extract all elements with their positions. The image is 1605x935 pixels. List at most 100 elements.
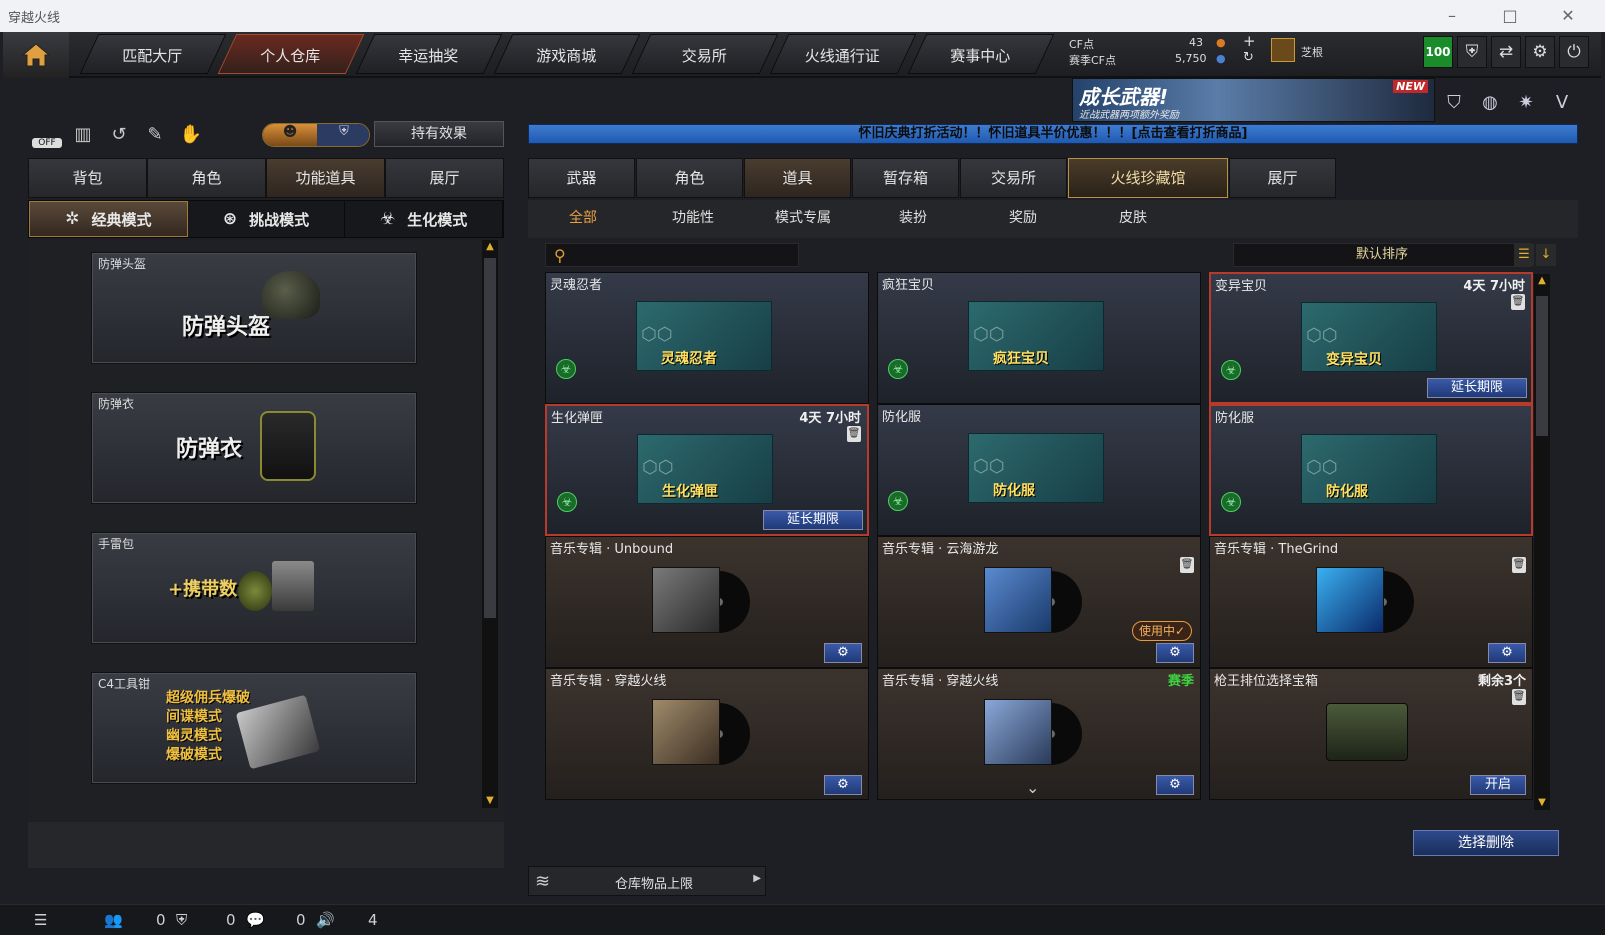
trash-icon[interactable]: 🗑 (1512, 689, 1526, 705)
add-points-icon[interactable]: + (1243, 32, 1256, 50)
scroll-up-icon[interactable]: ▲ (482, 240, 498, 254)
item-hazmat-suit-2[interactable]: 防化服 ⬡⬡ 防化服 ☣ (1209, 404, 1533, 536)
subtab-cosmetic[interactable]: 装扮 (858, 200, 968, 238)
clan-icon[interactable]: ⛨ (176, 911, 187, 929)
repair-icon[interactable]: ✎ (140, 120, 170, 150)
gear-icon[interactable]: ⚙ (1488, 643, 1526, 663)
item-music-thegrind[interactable]: 音乐专辑 · TheGrind 🗑 ⚙ (1209, 536, 1533, 668)
item-hazmat-suit[interactable]: 防化服 ⬡⬡ 防化服 ☣ (877, 404, 1201, 536)
left-scroll-thumb[interactable] (484, 258, 496, 618)
glove-icon[interactable]: ✋ (176, 120, 206, 150)
tab-items[interactable]: 道具 (744, 158, 851, 198)
tab-backpack[interactable]: 背包 (28, 158, 147, 198)
menu-icon[interactable]: ☰ (34, 911, 47, 929)
promo-marquee[interactable]: 怀旧庆典打折活动！！怀旧道具半价优惠！！！[点击查看打折商品] (528, 124, 1578, 144)
chat-icon[interactable]: 💬 (246, 911, 265, 929)
item-music-cloud-dragon[interactable]: 音乐专辑 · 云海游龙 🗑 使用中✓ ⚙ (877, 536, 1201, 668)
item-bio-magazine[interactable]: 生化弹匣 4天 7小时 🗑 ⬡⬡ 生化弹匣 ☣ 延长期限 (545, 404, 869, 536)
crest-icon[interactable]: ⛉ (1440, 89, 1468, 117)
subtab-reward[interactable]: 奖励 (968, 200, 1078, 238)
close-button[interactable]: ✕ (1548, 3, 1588, 29)
friends-icon[interactable]: 👥 (104, 911, 123, 929)
item-card-vest[interactable]: 防弹衣 防弹衣 (91, 392, 417, 504)
item-card-grenade-pack[interactable]: 手雷包 +携带数 (91, 532, 417, 644)
sort-dropdown[interactable]: 默认排序 (1233, 243, 1531, 267)
select-delete-button[interactable]: 选择删除 (1413, 830, 1559, 856)
trash-icon[interactable]: 🗑 (1512, 557, 1526, 573)
volume-icon[interactable]: 🔊 (316, 911, 335, 929)
tab-collection-hall[interactable]: 火线珍藏馆 (1068, 158, 1228, 198)
tab-temp-box[interactable]: 暂存箱 (852, 158, 959, 198)
gear-icon[interactable]: ⚙ (1156, 775, 1194, 795)
effect-toggle[interactable]: ☻ ⛨ (262, 123, 370, 147)
grid-scroll-thumb[interactable] (1536, 296, 1548, 436)
level-badge[interactable]: 100 (1423, 36, 1453, 68)
item-crazy-baby[interactable]: 疯狂宝贝 ⬡⬡ 疯狂宝贝 ☣ (877, 272, 1201, 404)
tab-character[interactable]: 角色 (147, 158, 266, 198)
tab-exhibit[interactable]: 展厅 (1229, 158, 1336, 198)
item-soul-ninja[interactable]: 灵魂忍者 ⬡⬡ 灵魂忍者 ☣ (545, 272, 869, 404)
nav-tab-warehouse[interactable]: 个人仓库 (217, 34, 365, 74)
item-mutant-baby[interactable]: 变异宝贝 4天 7小时 🗑 ⬡⬡ 变异宝贝 ☣ 延长期限 (1209, 272, 1533, 404)
subtab-mode-exclusive[interactable]: 模式专属 (748, 200, 858, 238)
tab-functional-items[interactable]: 功能道具 (266, 158, 385, 198)
scroll-down-icon[interactable]: ▼ (482, 794, 498, 808)
item-card-helmet[interactable]: 防弹头盔 防弹头盔 (91, 252, 417, 364)
list-view-icon[interactable]: ☰ (1514, 244, 1534, 266)
open-button[interactable]: 开启 (1470, 775, 1526, 795)
shield-icon[interactable]: ⛨ (1457, 36, 1487, 68)
subtab-all[interactable]: 全部 (528, 200, 638, 238)
effects-button[interactable]: 持有效果 (374, 121, 504, 147)
nav-tab-lucky-draw[interactable]: 幸运抽奖 (355, 34, 503, 74)
scroll-up-icon[interactable]: ▲ (1534, 274, 1550, 288)
power-icon[interactable]: ⏻ (1559, 36, 1589, 68)
v-emblem-icon[interactable]: V (1548, 89, 1576, 117)
trash-icon[interactable]: 🗑 (1180, 557, 1194, 573)
nav-tab-exchange[interactable]: 交易所 (631, 34, 779, 74)
subtab-skin[interactable]: 皮肤 (1078, 200, 1188, 238)
gear-icon[interactable]: ⚙ (824, 775, 862, 795)
grid-scrollbar[interactable]: ▲ ▼ (1534, 274, 1550, 810)
nav-tab-match-lobby[interactable]: 匹配大厅 (79, 34, 227, 74)
gear-icon[interactable]: ⚙ (1156, 643, 1194, 663)
refresh-icon[interactable]: ↻ (1243, 50, 1254, 65)
item-ranked-chest[interactable]: 枪王排位选择宝箱 剩余3个 🗑 开启 (1209, 668, 1533, 800)
minimize-button[interactable]: – (1432, 3, 1472, 29)
home-button[interactable] (3, 32, 69, 78)
nav-tab-battle-pass[interactable]: 火线通行证 (769, 34, 917, 74)
gear-icon[interactable]: ⚙ (824, 643, 862, 663)
scroll-down-icon[interactable]: ▼ (1534, 796, 1550, 810)
item-search-input[interactable]: ⚲ (545, 243, 799, 267)
promo-banner[interactable]: 成长武器! 近战武器两项额外奖励 NEW (1072, 78, 1435, 122)
left-scrollbar[interactable]: ▲ ▼ (482, 240, 498, 808)
item-music-unbound[interactable]: 音乐专辑 · Unbound ⚙ (545, 536, 869, 668)
switch-icon[interactable]: ⇄ (1491, 36, 1521, 68)
hazard-icon[interactable]: ✷ (1512, 89, 1540, 117)
capacity-panel[interactable]: ≋ 仓库物品上限 ▶ (528, 866, 766, 896)
trash-icon[interactable]: 🗑 (1511, 294, 1525, 310)
item-card-c4-pliers[interactable]: C4工具钳 超级佣兵爆破 间谍模式 幽灵模式 爆破模式 (91, 672, 417, 784)
toggle-off-icon[interactable]: OFF (32, 120, 62, 150)
mode-challenge[interactable]: ⊛ 挑战模式 (188, 201, 346, 237)
tab-trade[interactable]: 交易所 (960, 158, 1067, 198)
globe-icon[interactable]: ◍ (1476, 89, 1504, 117)
nav-tab-shop[interactable]: 游戏商城 (493, 34, 641, 74)
mode-biochem[interactable]: ☣ 生化模式 (345, 201, 504, 237)
extend-button[interactable]: 延长期限 (763, 510, 863, 530)
tab-showroom[interactable]: 展厅 (385, 158, 504, 198)
maximize-button[interactable]: □ (1490, 3, 1530, 29)
nav-tab-event-center[interactable]: 赛事中心 (907, 34, 1055, 74)
tab-roles[interactable]: 角色 (636, 158, 743, 198)
item-music-crossfire-season[interactable]: 音乐专辑 · 穿越火线 赛季 ⌄ ⚙ (877, 668, 1201, 800)
trash-icon[interactable]: 🗑 (847, 426, 861, 442)
chevron-down-icon[interactable]: ⌄ (1026, 778, 1039, 797)
mode-classic[interactable]: ✲ 经典模式 (29, 201, 188, 237)
extend-button[interactable]: 延长期限 (1427, 378, 1527, 398)
history-icon[interactable]: ↺ (104, 120, 134, 150)
sort-order-icon[interactable]: ↓ (1536, 244, 1556, 266)
tab-weapons[interactable]: 武器 (528, 158, 635, 198)
stats-icon[interactable]: ▥ (68, 120, 98, 150)
item-music-crossfire[interactable]: 音乐专辑 · 穿越火线 ⚙ (545, 668, 869, 800)
subtab-functional[interactable]: 功能性 (638, 200, 748, 238)
gear-icon[interactable]: ⚙ (1525, 36, 1555, 68)
